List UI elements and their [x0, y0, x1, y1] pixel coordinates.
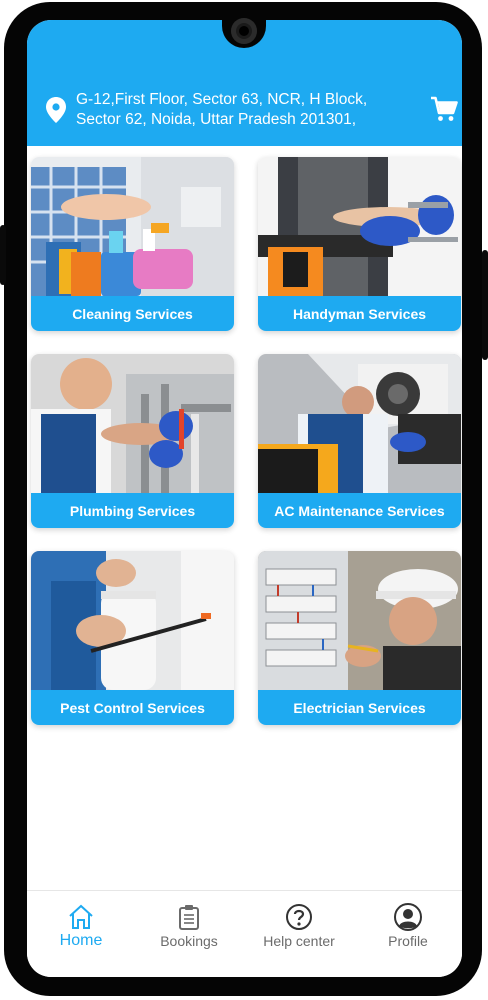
profile-icon [394, 903, 422, 931]
service-card-ac-maintenance[interactable]: AC Maintenance Services [258, 354, 461, 528]
service-label: Electrician Services [258, 690, 461, 725]
cleaning-services-image [31, 157, 234, 296]
nav-home[interactable]: Home [27, 891, 135, 977]
pest-control-image [31, 551, 234, 690]
service-card-cleaning[interactable]: Cleaning Services [31, 157, 234, 331]
service-label: Handyman Services [258, 296, 461, 331]
ac-maintenance-image [258, 354, 461, 493]
front-camera [231, 18, 257, 44]
phone-side-button [0, 225, 6, 285]
clipboard-icon [179, 905, 199, 930]
app-screen: G-12,First Floor, Sector 63, NCR, H Bloc… [27, 20, 462, 977]
phone-side-button [482, 250, 488, 360]
nav-home-label: Home [59, 932, 103, 949]
cart-icon[interactable] [430, 96, 458, 122]
nav-bookings[interactable]: Bookings [135, 891, 243, 977]
service-label: Cleaning Services [31, 296, 234, 331]
help-icon [286, 904, 312, 930]
nav-profile-label: Profile [388, 933, 428, 949]
nav-help-label: Help center [263, 933, 335, 949]
service-card-plumbing[interactable]: Plumbing Services [31, 354, 234, 528]
home-icon [69, 904, 93, 929]
bottom-navigation: Home Bookings Help center Profile [27, 890, 462, 977]
nav-bookings-label: Bookings [160, 933, 218, 949]
electrician-services-image [258, 551, 461, 690]
service-label: AC Maintenance Services [258, 493, 461, 528]
service-card-electrician[interactable]: Electrician Services [258, 551, 461, 725]
location-pin-icon[interactable] [45, 96, 67, 124]
delivery-address[interactable]: G-12,First Floor, Sector 63, NCR, H Bloc… [76, 90, 406, 130]
service-label: Plumbing Services [31, 493, 234, 528]
service-card-pest-control[interactable]: Pest Control Services [31, 551, 234, 725]
nav-help-center[interactable]: Help center [245, 891, 353, 977]
service-card-handyman[interactable]: Handyman Services [258, 157, 461, 331]
service-label: Pest Control Services [31, 690, 234, 725]
plumbing-services-image [31, 354, 234, 493]
nav-profile[interactable]: Profile [354, 891, 462, 977]
handyman-services-image [258, 157, 461, 296]
